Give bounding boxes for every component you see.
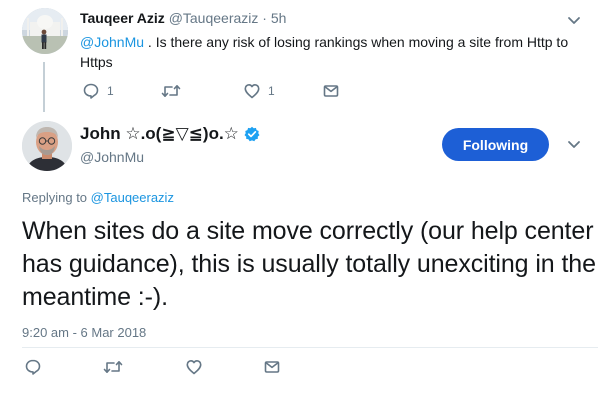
envelope-icon	[264, 361, 280, 373]
main-author-name[interactable]: John ☆.o(≧▽≦)o.☆	[80, 124, 239, 144]
like-count: 1	[268, 84, 275, 98]
reply-action-reply[interactable]: 1	[82, 82, 114, 100]
reply-tweet-body: . Is there any risk of losing rankings w…	[80, 34, 569, 70]
replying-to-link[interactable]: @Tauqeeraziz	[91, 190, 174, 205]
main-action-like[interactable]	[185, 358, 203, 376]
envelope-icon	[323, 85, 339, 97]
chevron-down-icon[interactable]	[566, 136, 582, 152]
heart-icon	[186, 360, 202, 375]
main-author-avatar[interactable]	[22, 121, 72, 171]
chevron-down-icon[interactable]	[566, 12, 582, 28]
main-action-retweet[interactable]	[103, 358, 123, 376]
reply-mention-link[interactable]: @JohnMu	[80, 34, 144, 50]
main-action-reply[interactable]	[24, 358, 42, 376]
thread-connector-line	[43, 62, 45, 112]
reply-separator: ·	[262, 10, 267, 26]
replying-to-line: Replying to @Tauqeeraziz	[22, 190, 174, 205]
main-author-name-row: John ☆.o(≧▽≦)o.☆	[80, 124, 260, 144]
reply-header: Tauqeer Aziz @Tauqeeraziz · 5h	[80, 10, 286, 26]
main-action-message[interactable]	[263, 358, 281, 376]
reply-author-avatar[interactable]	[22, 8, 68, 54]
reply-author-handle[interactable]: @Tauqeeraziz	[169, 10, 259, 26]
reply-tweet-text: @JohnMu . Is there any risk of losing ra…	[80, 32, 580, 72]
retweet-arrows-icon	[103, 361, 123, 373]
reply-time[interactable]: 5h	[271, 10, 287, 26]
tweet-timestamp[interactable]: 9:20 am - 6 Mar 2018	[22, 325, 146, 340]
reply-count: 1	[107, 84, 114, 98]
divider	[22, 347, 598, 348]
main-author-handle[interactable]: @JohnMu	[80, 149, 144, 165]
reply-action-like[interactable]: 1	[243, 82, 275, 100]
heart-icon	[244, 84, 260, 99]
reply-action-retweet[interactable]	[161, 82, 188, 100]
reply-author-name[interactable]: Tauqeer Aziz	[80, 10, 165, 26]
reply-action-message[interactable]	[322, 82, 340, 100]
verified-badge-icon	[244, 126, 260, 142]
retweet-arrows-icon	[161, 85, 181, 97]
following-button[interactable]: Following	[442, 128, 549, 161]
speech-bubble-icon	[25, 359, 41, 375]
speech-bubble-icon	[83, 83, 99, 99]
replying-to-prefix: Replying to	[22, 190, 91, 205]
main-tweet-text: When sites do a site move correctly (our…	[22, 217, 596, 311]
